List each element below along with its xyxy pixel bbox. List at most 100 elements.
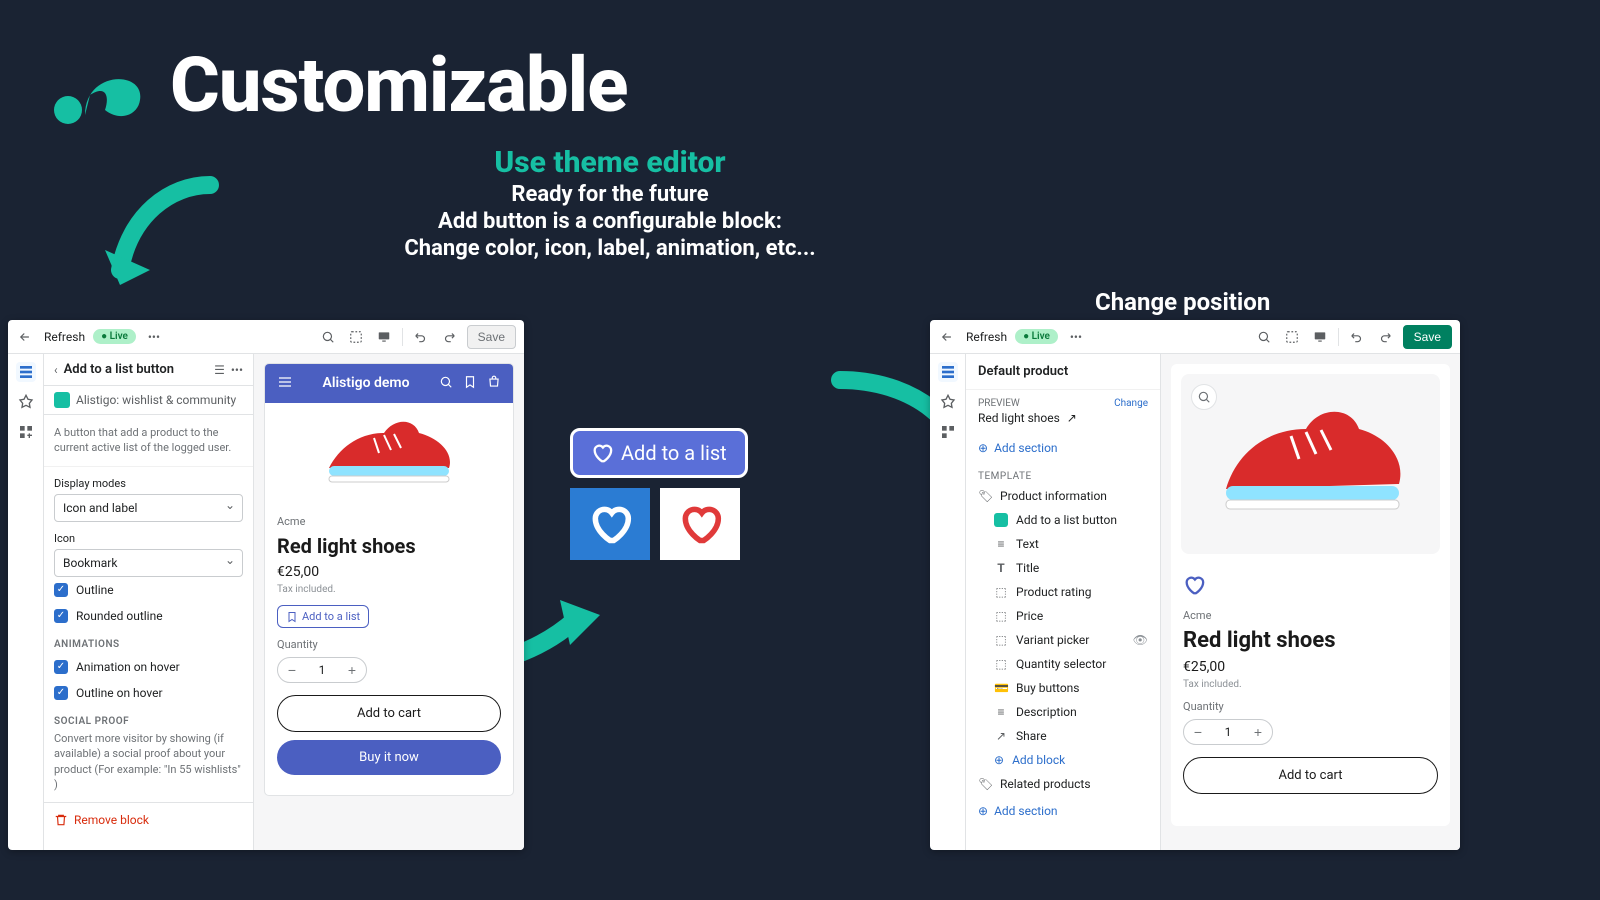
tree-description[interactable]: ≡Description xyxy=(966,700,1160,724)
redo-icon[interactable] xyxy=(1375,327,1395,347)
add-section-button-bottom[interactable]: ⊕Add section xyxy=(966,796,1160,826)
remove-block-button[interactable]: Remove block xyxy=(44,802,253,837)
menu-icon[interactable] xyxy=(277,374,293,393)
sections-rail-icon[interactable] xyxy=(16,362,36,382)
back-icon[interactable]: ‹ xyxy=(54,363,58,377)
tree-product-information[interactable]: 🏷 Product information xyxy=(966,484,1160,508)
block-icon: ⬚ xyxy=(994,585,1008,599)
theme-editor-right: Refresh ● Live ••• Save Default product … xyxy=(930,320,1460,850)
qty-minus-button[interactable]: − xyxy=(278,658,306,682)
icon-label: Icon xyxy=(54,532,243,545)
more-icon[interactable]: ••• xyxy=(144,327,164,347)
save-button[interactable]: Save xyxy=(1403,325,1452,349)
example-heart-red-icon xyxy=(660,488,740,560)
product-title: Red light shoes xyxy=(277,534,501,558)
outline-checkbox[interactable]: Outline xyxy=(44,577,253,603)
example-heart-white-icon xyxy=(570,488,650,560)
brand-logo-icon xyxy=(50,40,150,130)
qty-plus-button[interactable]: + xyxy=(338,658,366,682)
card-icon: 💳 xyxy=(994,681,1008,695)
quantity-stepper[interactable]: − 1 + xyxy=(1183,719,1273,745)
qty-value: 1 xyxy=(1212,725,1244,739)
tree-text[interactable]: ≡Text xyxy=(966,532,1160,556)
subtitle-line-2: Add button is a configurable block: xyxy=(330,209,890,234)
add-section-button[interactable]: ⊕Add section xyxy=(966,433,1160,463)
apps-rail-icon[interactable] xyxy=(16,422,36,442)
search-icon[interactable] xyxy=(318,327,338,347)
animations-section-label: ANIMATIONS xyxy=(44,629,253,654)
product-image xyxy=(1211,394,1411,534)
tree-related-products[interactable]: 🏷Related products xyxy=(966,772,1160,796)
undo-icon[interactable] xyxy=(411,327,431,347)
display-modes-label: Display modes xyxy=(54,477,243,490)
app-icon xyxy=(54,392,70,408)
change-link[interactable]: Change xyxy=(1114,398,1148,409)
social-proof-description: Convert more visitor by showing (if avai… xyxy=(44,731,253,803)
qty-minus-button[interactable]: − xyxy=(1184,720,1212,744)
zoom-icon[interactable] xyxy=(1191,384,1217,410)
outline-hover-checkbox[interactable]: Outline on hover xyxy=(44,680,253,706)
theme-rail-icon[interactable] xyxy=(938,392,958,412)
app-icon xyxy=(994,513,1008,527)
add-to-list-button[interactable]: Add to a list xyxy=(277,605,369,628)
icon-select[interactable]: Bookmark xyxy=(54,549,243,577)
exit-icon[interactable] xyxy=(938,327,958,347)
hidden-icon[interactable]: 👁 xyxy=(1133,633,1148,647)
tree-quantity-selector[interactable]: ⬚Quantity selector xyxy=(966,652,1160,676)
tree-share[interactable]: ↗Share xyxy=(966,724,1160,748)
redo-icon[interactable] xyxy=(439,327,459,347)
tree-add-to-list-button[interactable]: Add to a list button xyxy=(966,508,1160,532)
animation-hover-checkbox[interactable]: Animation on hover xyxy=(44,654,253,680)
tree-variant-picker[interactable]: ⬚Variant picker👁 xyxy=(966,628,1160,652)
live-badge: ● Live xyxy=(93,329,136,344)
add-block-button[interactable]: ⊕Add block xyxy=(966,748,1160,772)
title-icon: T xyxy=(994,561,1008,575)
preview-product-name: Red light shoes xyxy=(978,411,1060,425)
block-icon: ⬚ xyxy=(994,633,1008,647)
product-title: Red light shoes xyxy=(1183,628,1438,653)
inspector-icon[interactable] xyxy=(1282,327,1302,347)
apps-rail-icon[interactable] xyxy=(938,422,958,442)
cart-icon[interactable] xyxy=(487,375,501,392)
product-vendor: Acme xyxy=(1183,609,1438,622)
quantity-stepper[interactable]: − 1 + xyxy=(277,657,367,683)
qty-plus-button[interactable]: + xyxy=(1244,720,1272,744)
tree-price[interactable]: ⬚Price xyxy=(966,604,1160,628)
product-price: €25,00 xyxy=(1183,659,1438,675)
settings-icon[interactable]: ☰ xyxy=(214,363,225,377)
product-price: €25,00 xyxy=(277,564,501,580)
refresh-button[interactable]: Refresh xyxy=(966,330,1007,344)
desktop-icon[interactable] xyxy=(1310,327,1330,347)
example-add-to-list-pill: Add to a list xyxy=(570,428,748,478)
inspector-icon[interactable] xyxy=(346,327,366,347)
panel-title: Add to a list button xyxy=(64,362,208,377)
exit-icon[interactable] xyxy=(16,327,36,347)
search-icon[interactable] xyxy=(439,375,453,392)
wishlist-heart-icon[interactable] xyxy=(1183,585,1205,599)
undo-icon[interactable] xyxy=(1347,327,1367,347)
rounded-outline-checkbox[interactable]: Rounded outline xyxy=(44,603,253,629)
search-icon[interactable] xyxy=(1254,327,1274,347)
product-image xyxy=(265,403,513,503)
sections-rail-icon[interactable] xyxy=(938,362,958,382)
quantity-label: Quantity xyxy=(1183,700,1438,713)
buy-now-button[interactable]: Buy it now xyxy=(277,740,501,775)
save-button[interactable]: Save xyxy=(467,325,516,349)
theme-rail-icon[interactable] xyxy=(16,392,36,412)
text-icon: ≡ xyxy=(994,705,1008,719)
social-proof-section-label: SOCIAL PROOF xyxy=(44,706,253,731)
tree-product-rating[interactable]: ⬚Product rating xyxy=(966,580,1160,604)
tree-buy-buttons[interactable]: 💳Buy buttons xyxy=(966,676,1160,700)
tree-title[interactable]: TTitle xyxy=(966,556,1160,580)
desktop-icon[interactable] xyxy=(374,327,394,347)
refresh-button[interactable]: Refresh xyxy=(44,330,85,344)
more-icon[interactable]: ••• xyxy=(231,363,243,377)
bookmark-icon[interactable] xyxy=(463,375,477,392)
display-modes-select[interactable]: Icon and label xyxy=(54,494,243,522)
more-icon[interactable]: ••• xyxy=(1066,327,1086,347)
block-icon: ⬚ xyxy=(994,657,1008,671)
add-to-cart-button[interactable]: Add to cart xyxy=(277,695,501,732)
hero-title: Customizable xyxy=(170,40,627,130)
external-icon[interactable]: ↗ xyxy=(1067,411,1077,425)
add-to-cart-button[interactable]: Add to cart xyxy=(1183,757,1438,794)
